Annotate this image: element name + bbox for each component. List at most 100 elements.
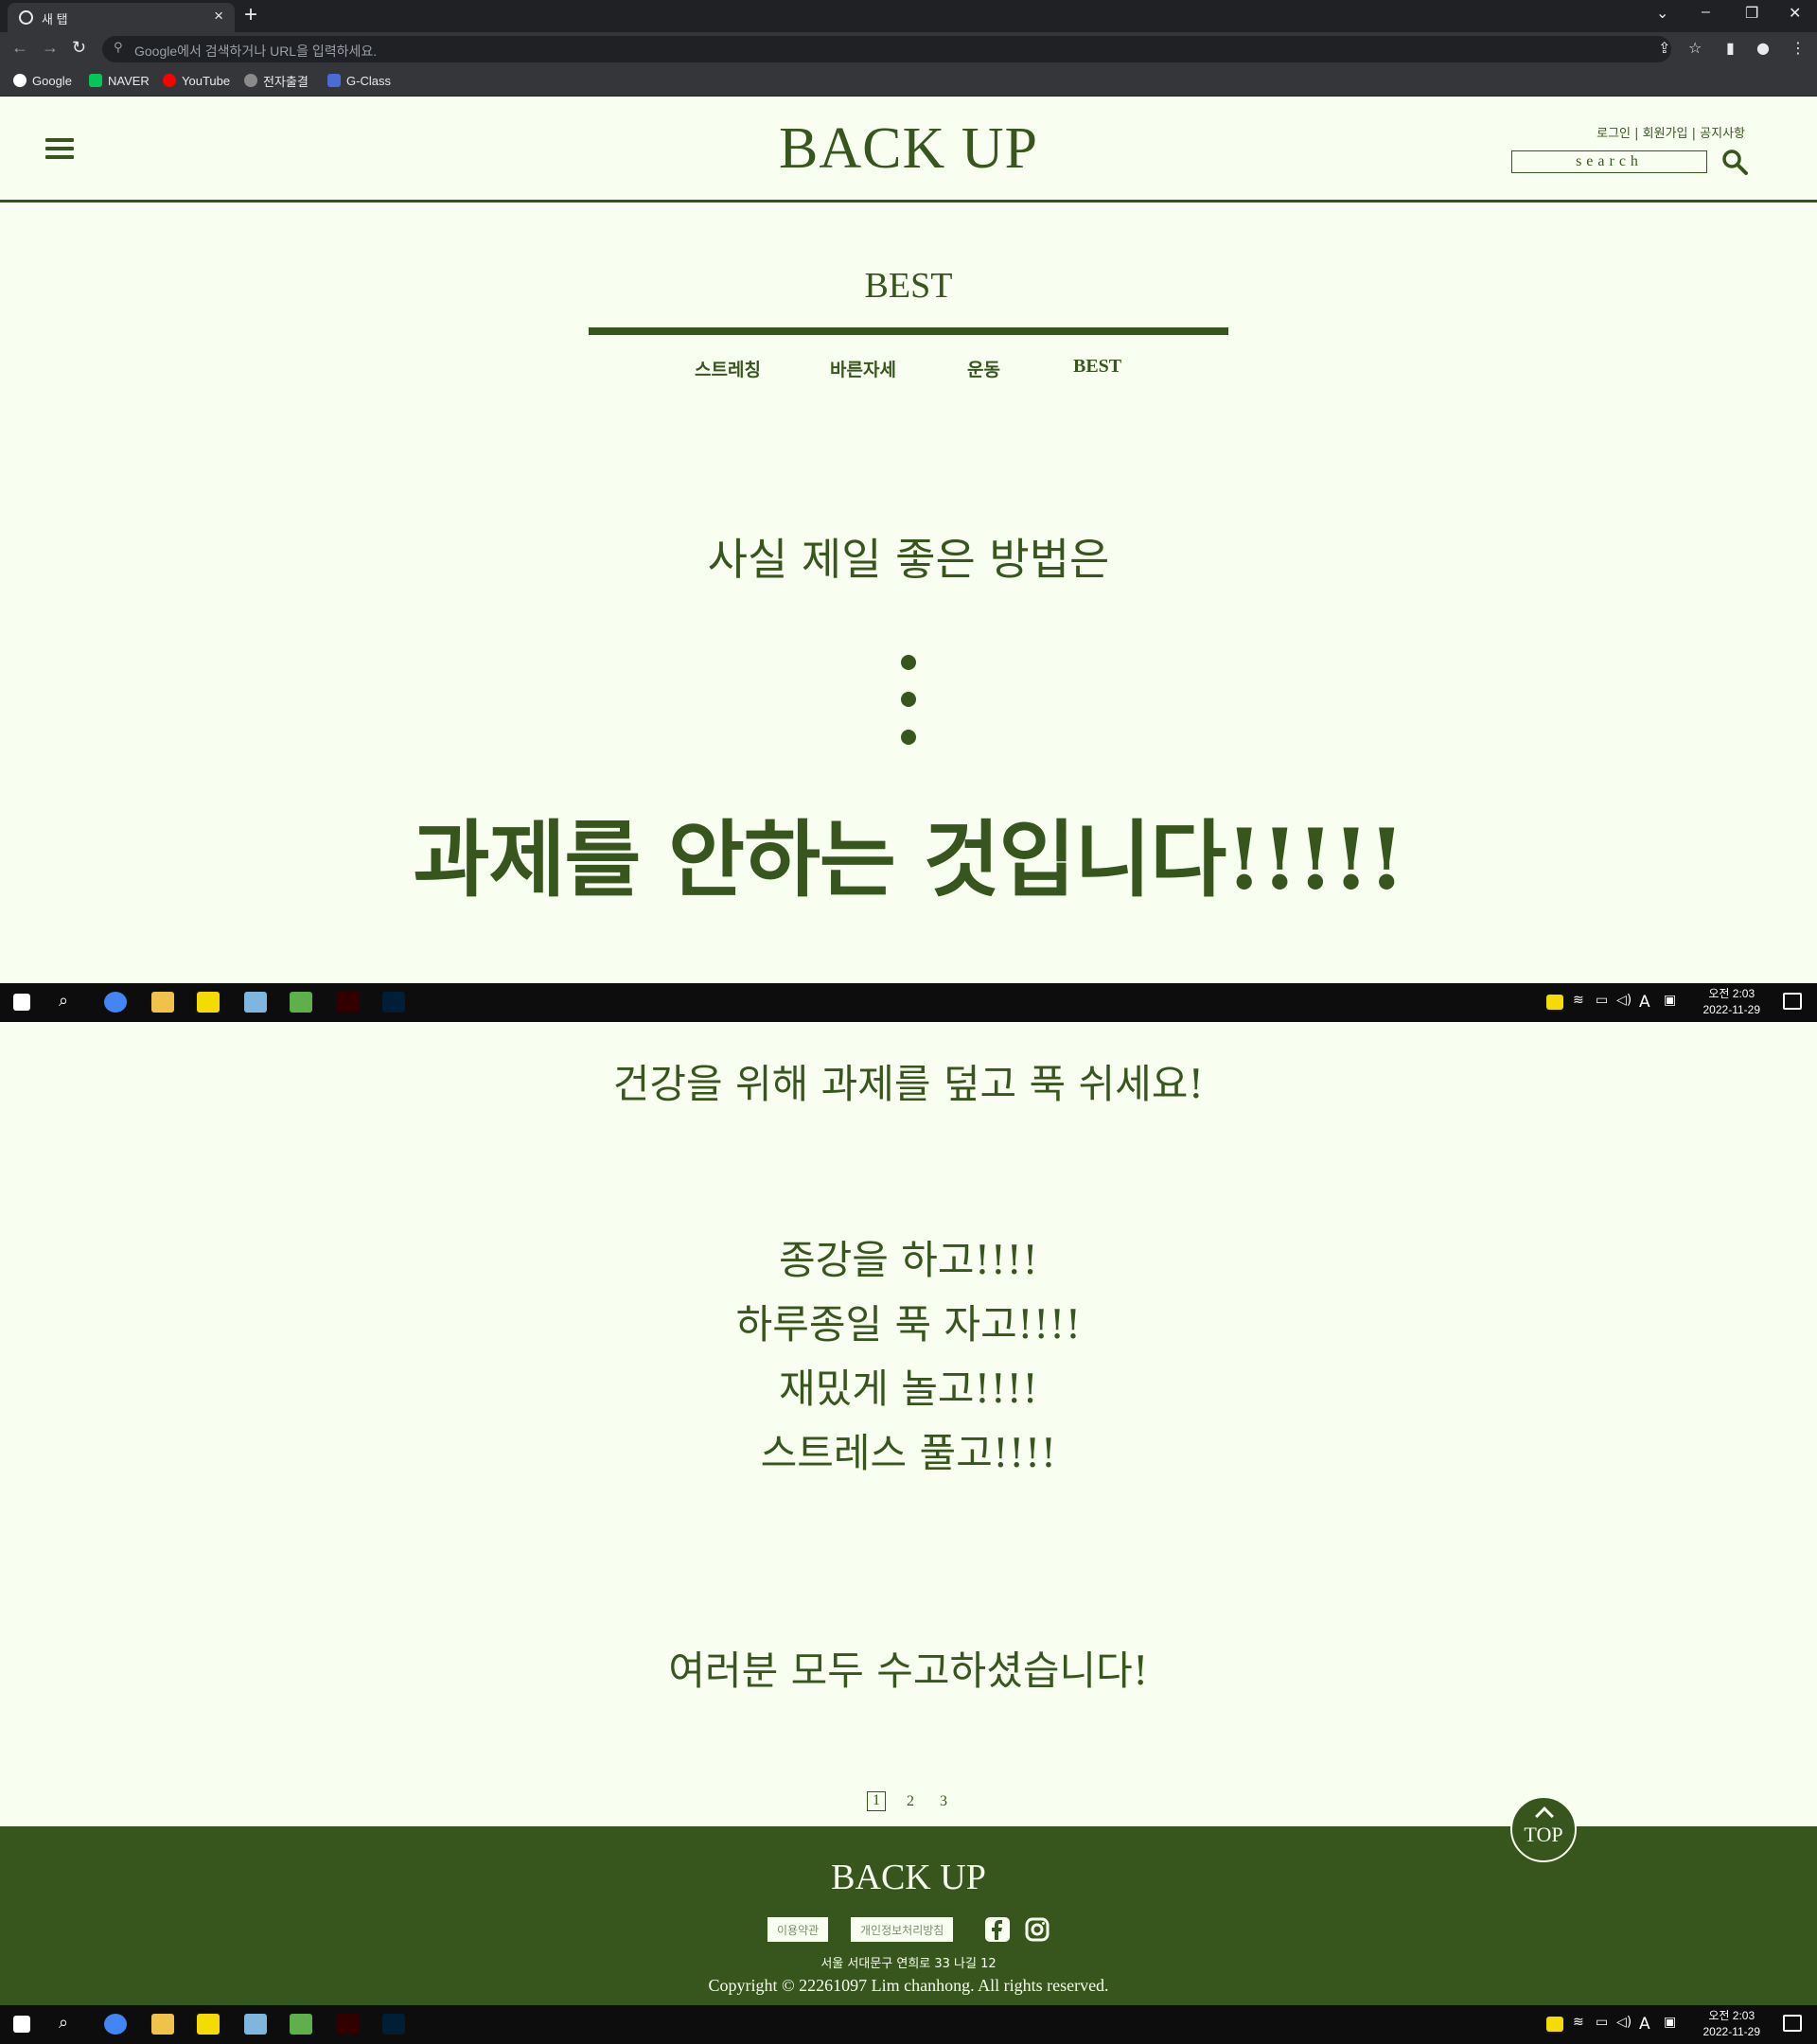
rest-message: 건강을 위해 과제를 덮고 푹 쉬세요! — [612, 1061, 1205, 1107]
omnibox-search-icon: ⚲ — [114, 41, 123, 55]
menu-dots-icon[interactable]: ⋮ — [1791, 39, 1806, 57]
battery-icon[interactable]: ▭ — [1596, 2015, 1608, 2030]
intro-text: 사실 제일 좋은 방법은 — [707, 534, 1110, 585]
forward-icon[interactable]: → — [42, 38, 59, 58]
bookmark-google[interactable]: Google — [13, 71, 72, 90]
tab-close-icon[interactable]: × — [214, 7, 223, 26]
tab-search-icon[interactable]: ⌄ — [1656, 4, 1668, 23]
search-taskbar-icon[interactable]: ⌕ — [59, 2013, 68, 2033]
ime-indicator[interactable]: A — [1639, 2015, 1650, 2034]
minimize-icon[interactable]: – — [1702, 4, 1710, 21]
youtube-icon — [163, 74, 176, 87]
notification-icon[interactable] — [1783, 993, 1802, 1010]
notepad-icon[interactable] — [244, 992, 267, 1013]
footer-address: 서울 서대문구 연희로 33 나길 12 — [820, 1957, 997, 1971]
browser-tab-strip — [0, 0, 1817, 32]
top-label: TOP — [1524, 1823, 1563, 1846]
photos-icon[interactable] — [290, 2014, 312, 2035]
share-icon[interactable]: ⇪ — [1658, 39, 1670, 57]
ime-mode-icon[interactable]: ▣ — [1664, 2015, 1676, 2030]
windows-start-icon[interactable] — [13, 2016, 30, 2033]
footer-copyright: Copyright © 22261097 Lim chanhong. All r… — [708, 1976, 1109, 1995]
account-links[interactable]: 로그인 | 회원가입 | 공지사항 — [1495, 123, 1745, 141]
battery-icon[interactable]: ▭ — [1596, 993, 1608, 1008]
kakaotalk-tray-icon[interactable] — [1546, 2017, 1563, 2032]
tab-title: 새 탭 — [42, 12, 68, 26]
ime-mode-icon[interactable]: ▣ — [1664, 993, 1676, 1008]
bookmark-gclass[interactable]: G-Class — [327, 71, 391, 90]
bookmark-naver[interactable]: NAVER — [89, 71, 150, 90]
list-item: 하루종일 푹 자고!!!! — [735, 1301, 1082, 1348]
google-icon — [13, 74, 26, 87]
kakaotalk-icon[interactable] — [197, 2014, 220, 2035]
list-item: 종강을 하고!!!! — [778, 1237, 1039, 1283]
terms-link[interactable]: 이용약관 — [767, 1917, 829, 1942]
globe-icon — [244, 74, 257, 87]
windows-taskbar: ⌕ ≋ ▭ ◁) A ▣ 오전 2:03 2022-11-29 — [0, 2005, 1817, 2044]
page-3[interactable]: 3 — [940, 1793, 947, 1810]
header-divider — [0, 200, 1817, 203]
browser-tab[interactable]: 새 탭 × — [8, 3, 235, 32]
section-title: BEST — [864, 266, 953, 306]
wifi-icon[interactable]: ≋ — [1573, 993, 1584, 1008]
taskbar-clock[interactable]: 오전 2:03 2022-11-29 — [1703, 2008, 1761, 2040]
tab-stretching[interactable]: 스트레칭 — [695, 356, 761, 381]
photoshop-icon[interactable] — [382, 992, 405, 1013]
illustrator-icon[interactable] — [337, 2014, 360, 2035]
gclass-icon — [327, 74, 341, 87]
kakaotalk-icon[interactable] — [197, 992, 220, 1013]
restore-icon[interactable]: ❐ — [1745, 4, 1758, 23]
windows-taskbar: ⌕ ≋ ▭ ◁) A ▣ 오전 2:03 2022-11-29 — [0, 983, 1817, 1022]
new-tab-button[interactable]: + — [244, 2, 257, 28]
ellipsis-dot — [901, 655, 916, 670]
file-explorer-icon[interactable] — [151, 2014, 174, 2035]
headline-text: 과제를 안하는 것입니다!!!!! — [413, 810, 1404, 908]
wifi-icon[interactable]: ≋ — [1573, 2015, 1584, 2030]
profile-icon[interactable]: ● — [1756, 39, 1770, 57]
notepad-icon[interactable] — [244, 2014, 267, 2035]
chrome-icon[interactable] — [104, 992, 127, 1013]
taskbar-clock[interactable]: 오전 2:03 2022-11-29 — [1703, 986, 1761, 1018]
list-item: 스트레스 풀고!!!! — [760, 1430, 1057, 1476]
chrome-icon[interactable] — [104, 2014, 127, 2035]
section-divider — [589, 327, 1228, 335]
scroll-top-button[interactable]: TOP — [1510, 1796, 1577, 1862]
privacy-link[interactable]: 개인정보처리방침 — [851, 1917, 954, 1942]
ellipsis-dot — [901, 692, 916, 707]
tab-posture[interactable]: 바른자세 — [830, 356, 896, 381]
reload-icon[interactable]: ↻ — [72, 38, 86, 58]
omnibox-placeholder: Google에서 검색하거나 URL을 입력하세요. — [134, 44, 378, 59]
window-close-icon[interactable]: ✕ — [1789, 4, 1801, 23]
kakaotalk-tray-icon[interactable] — [1546, 995, 1563, 1010]
list-item: 재밌게 놀고!!!! — [778, 1366, 1039, 1412]
bookmark-youtube[interactable]: YouTube — [163, 71, 230, 90]
volume-icon[interactable]: ◁) — [1616, 993, 1632, 1008]
side-panel-icon[interactable]: ▮ — [1726, 39, 1735, 57]
footer-logo: BACK UP — [831, 1858, 986, 1897]
page-2[interactable]: 2 — [907, 1793, 914, 1810]
omnibox[interactable]: ⚲ Google에서 검색하거나 URL을 입력하세요. — [102, 36, 1671, 62]
facebook-icon[interactable] — [985, 1917, 1010, 1942]
chrome-favicon-icon — [19, 10, 33, 25]
illustrator-icon[interactable] — [337, 992, 360, 1013]
naver-icon — [89, 74, 102, 87]
ellipsis-dot — [901, 730, 916, 745]
instagram-icon[interactable] — [1025, 1917, 1050, 1942]
ime-indicator[interactable]: A — [1639, 993, 1650, 1012]
bookmark-attendance[interactable]: 전자출결 — [244, 71, 309, 90]
search-icon[interactable] — [1720, 148, 1749, 176]
tab-best[interactable]: BEST — [1073, 356, 1121, 378]
back-icon[interactable]: ← — [11, 38, 28, 58]
photos-icon[interactable] — [290, 992, 312, 1013]
photoshop-icon[interactable] — [382, 2014, 405, 2035]
closing-message: 여러분 모두 수고하셨습니다! — [668, 1648, 1149, 1694]
bookmark-star-icon[interactable]: ☆ — [1688, 39, 1702, 57]
search-taskbar-icon[interactable]: ⌕ — [59, 991, 68, 1011]
windows-start-icon[interactable] — [13, 994, 30, 1011]
search-input[interactable] — [1511, 150, 1707, 173]
volume-icon[interactable]: ◁) — [1616, 2015, 1632, 2030]
tab-exercise[interactable]: 운동 — [967, 356, 1000, 381]
page-1[interactable]: 1 — [867, 1791, 886, 1811]
notification-icon[interactable] — [1783, 2015, 1802, 2032]
file-explorer-icon[interactable] — [151, 992, 174, 1013]
